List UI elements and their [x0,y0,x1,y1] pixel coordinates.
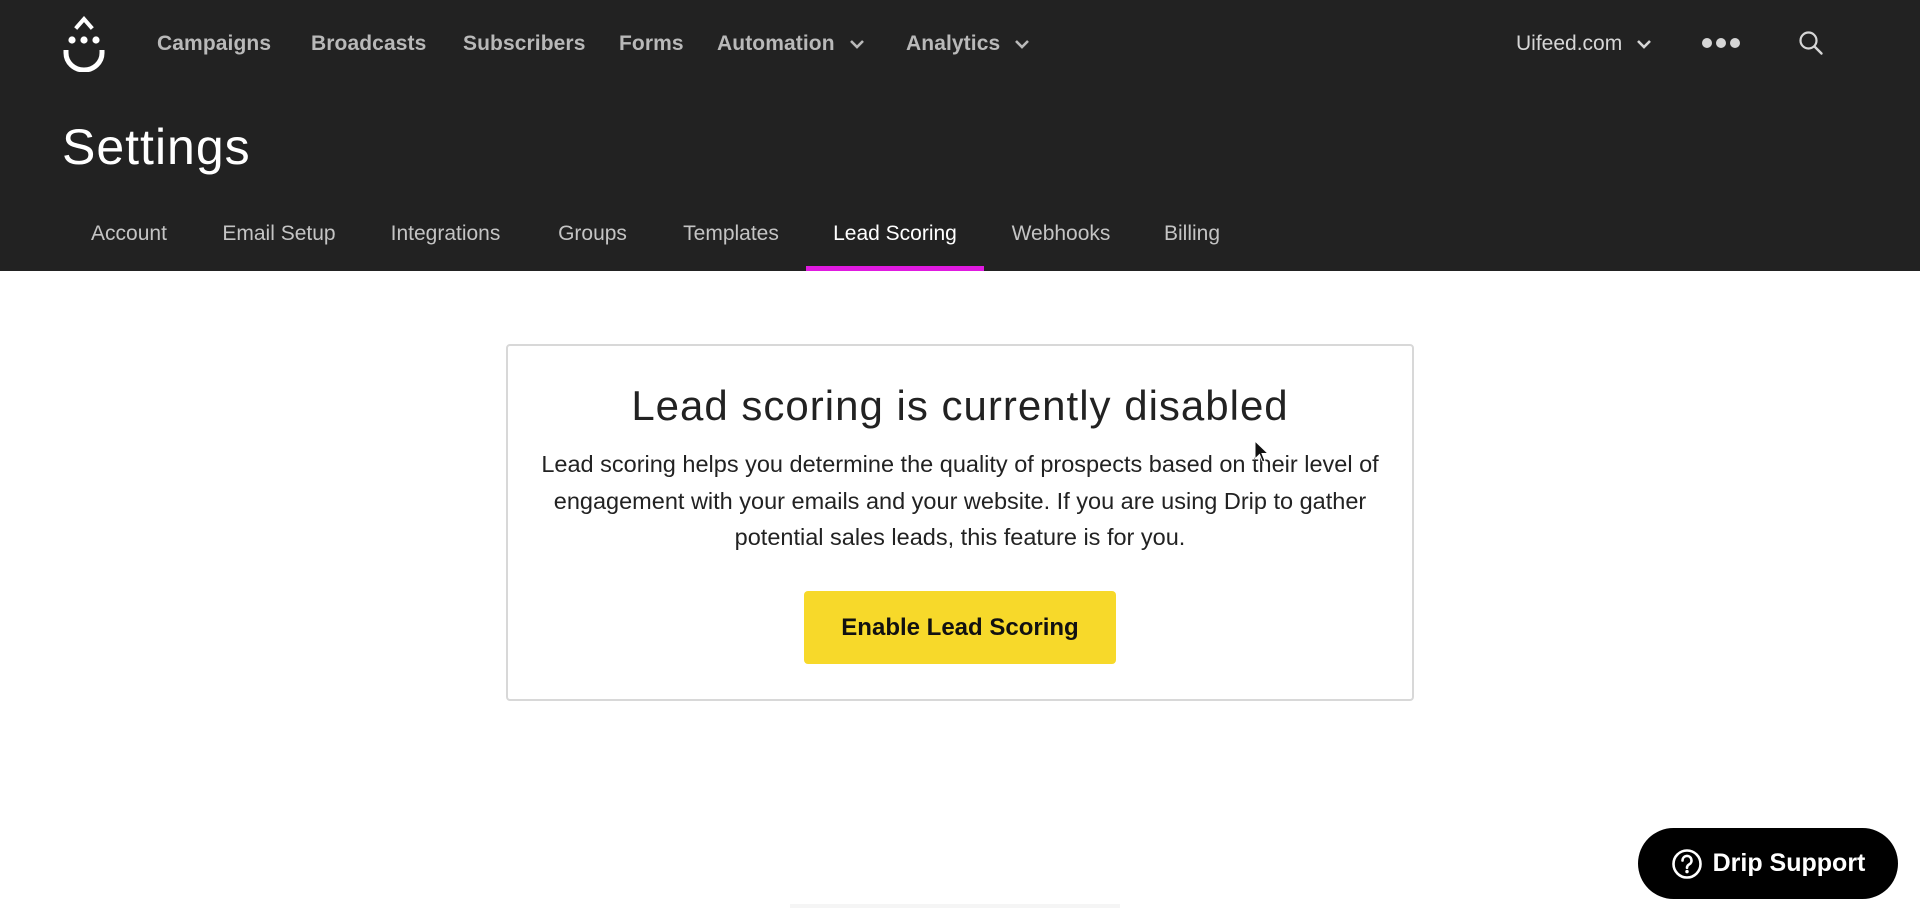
tab-billing[interactable]: Billing [1146,212,1238,271]
mouse-cursor-icon [1254,440,1270,463]
nav-analytics[interactable]: Analytics [906,30,1030,58]
tab-email-setup-label: Email Setup [222,222,336,245]
nav-analytics-label: Analytics [906,32,1001,55]
tab-templates-label: Templates [683,222,779,245]
nav-forms[interactable]: Forms [619,30,684,58]
tab-lead-scoring[interactable]: Lead Scoring [806,212,984,271]
tab-templates[interactable]: Templates [661,212,801,271]
nav-broadcasts[interactable]: Broadcasts [311,30,426,58]
nav-campaigns-label: Campaigns [157,32,272,55]
chevron-down-icon [1015,40,1030,49]
tab-email-setup[interactable]: Email Setup [205,212,353,271]
nav-forms-label: Forms [619,32,684,55]
nav-automation-label: Automation [717,32,835,55]
tab-account-label: Account [91,222,167,245]
account-name: Uifeed.com [1516,32,1623,55]
settings-tabs: Account Email Setup Integrations Groups … [0,212,1920,271]
nav-automation[interactable]: Automation [717,30,865,58]
nav-broadcasts-label: Broadcasts [311,32,427,55]
dot [1716,38,1726,48]
top-navigation: Campaigns Broadcasts Subscribers Forms A… [0,0,1920,88]
nav-campaigns[interactable]: Campaigns [157,30,271,58]
search-icon[interactable] [1798,30,1824,56]
help-circle-icon [1671,848,1702,879]
enable-lead-scoring-button[interactable]: Enable Lead Scoring [804,591,1116,664]
tab-integrations[interactable]: Integrations [368,212,523,271]
tab-groups-label: Groups [558,222,627,245]
tab-groups[interactable]: Groups [540,212,645,271]
more-dots-icon[interactable] [1702,36,1740,50]
lead-scoring-disabled-card: Lead scoring is currently disabled Lead … [506,344,1414,701]
drip-logo-icon[interactable] [62,16,106,72]
nav-subscribers[interactable]: Subscribers [463,30,586,58]
dot [1730,38,1740,48]
chevron-down-icon [1637,40,1652,49]
nav-subscribers-label: Subscribers [463,32,586,55]
tab-lead-scoring-label: Lead Scoring [833,222,957,245]
tab-billing-label: Billing [1163,222,1221,245]
dot [1702,38,1712,48]
app-header: Campaigns Broadcasts Subscribers Forms A… [0,0,1920,271]
support-label: Drip Support [1712,849,1866,877]
account-switcher[interactable]: Uifeed.com [1516,30,1652,58]
drip-support-button[interactable]: Drip Support [1638,828,1898,899]
tab-webhooks-label: Webhooks [1011,222,1111,245]
divider [790,904,1120,908]
page-title: Settings [62,119,251,175]
card-heading: Lead scoring is currently disabled [631,382,1289,429]
chevron-down-icon [849,40,864,49]
tab-account[interactable]: Account [68,212,190,271]
tab-webhooks[interactable]: Webhooks [996,212,1126,271]
tab-integrations-label: Integrations [390,222,501,245]
